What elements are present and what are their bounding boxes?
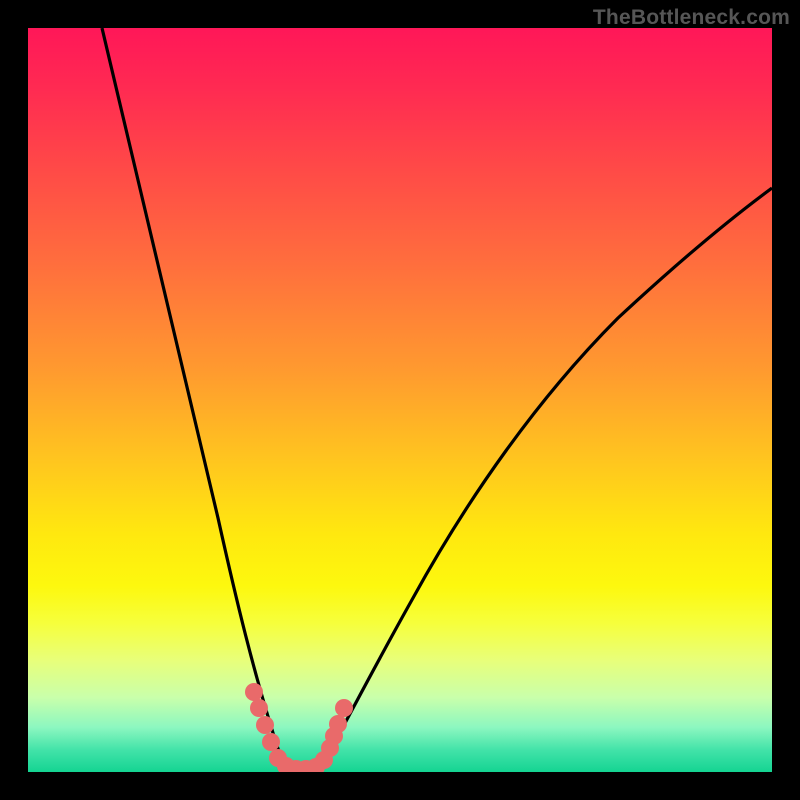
dotted-u [245,683,353,772]
curve-left [102,28,288,772]
plot-area [28,28,772,772]
watermark-text: TheBottleneck.com [593,6,790,30]
curve-right [318,188,772,772]
chart-frame: TheBottleneck.com [0,0,800,800]
curve-overlay [28,28,772,772]
